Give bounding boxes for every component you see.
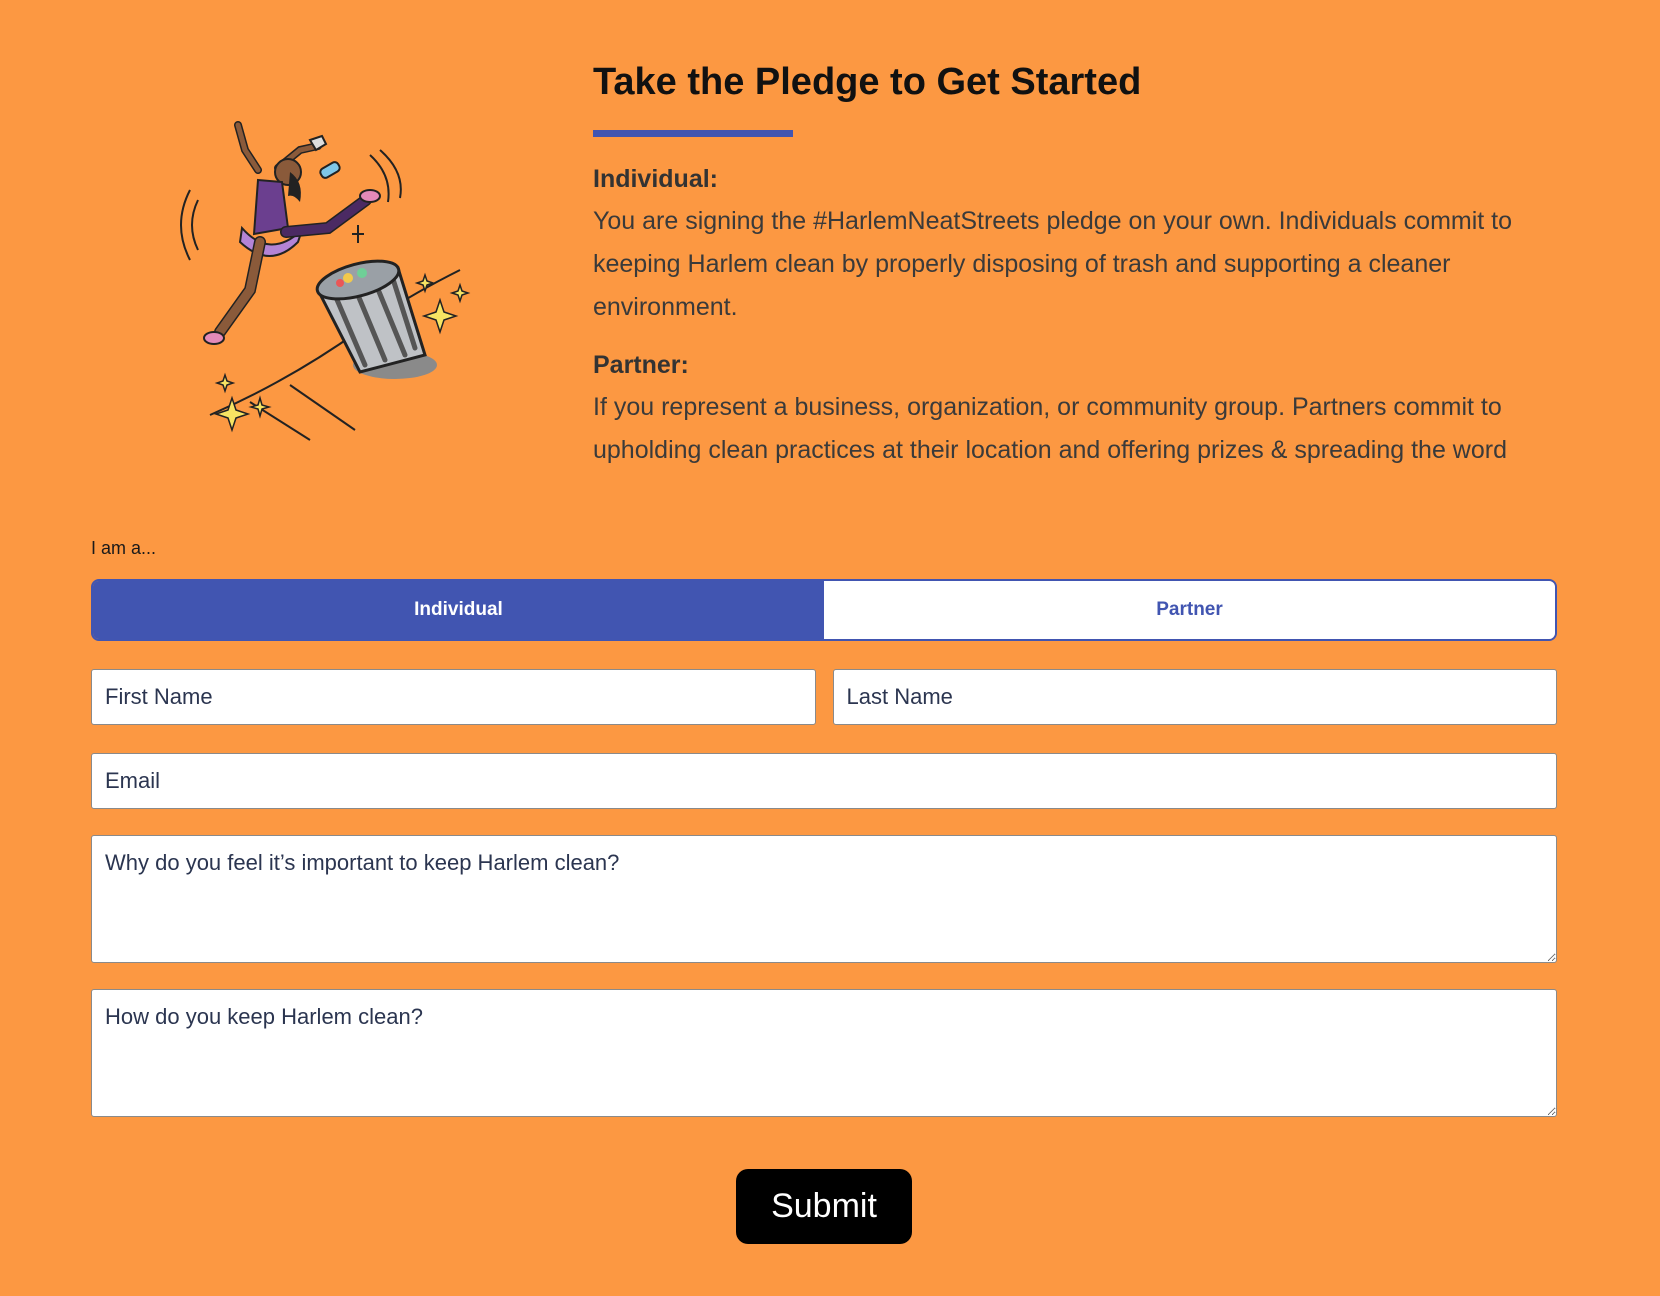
email-field[interactable] — [91, 753, 1557, 809]
last-name-field[interactable] — [832, 669, 1557, 725]
submit-wrap: Submit — [91, 1169, 1557, 1244]
how-keep-clean-field[interactable] — [91, 989, 1557, 1117]
role-label: I am a... — [91, 538, 157, 558]
page-title: Take the Pledge to Get Started — [593, 61, 1142, 103]
name-row — [91, 669, 1557, 725]
dancer-trash-can-illustration — [180, 121, 471, 441]
partner-heading: Partner: — [593, 351, 689, 379]
role-option-partner[interactable]: Partner — [824, 581, 1555, 639]
role-option-individual[interactable]: Individual — [93, 581, 824, 639]
first-name-field[interactable] — [91, 669, 816, 725]
role-toggle: Individual Partner — [91, 579, 1557, 641]
individual-heading: Individual: — [593, 165, 718, 193]
email-row — [91, 753, 1557, 809]
title-underline — [593, 130, 793, 137]
individual-description: You are signing the #HarlemNeatStreets p… — [593, 207, 1513, 321]
why-important-field[interactable] — [91, 835, 1557, 963]
partner-description: If you represent a business, organizatio… — [593, 393, 1507, 464]
submit-button[interactable]: Submit — [736, 1169, 912, 1244]
pledge-intro: Take the Pledge to Get Started Individua… — [593, 58, 1593, 472]
pledge-form: I am a... Individual Partner Submit — [91, 536, 1557, 1244]
